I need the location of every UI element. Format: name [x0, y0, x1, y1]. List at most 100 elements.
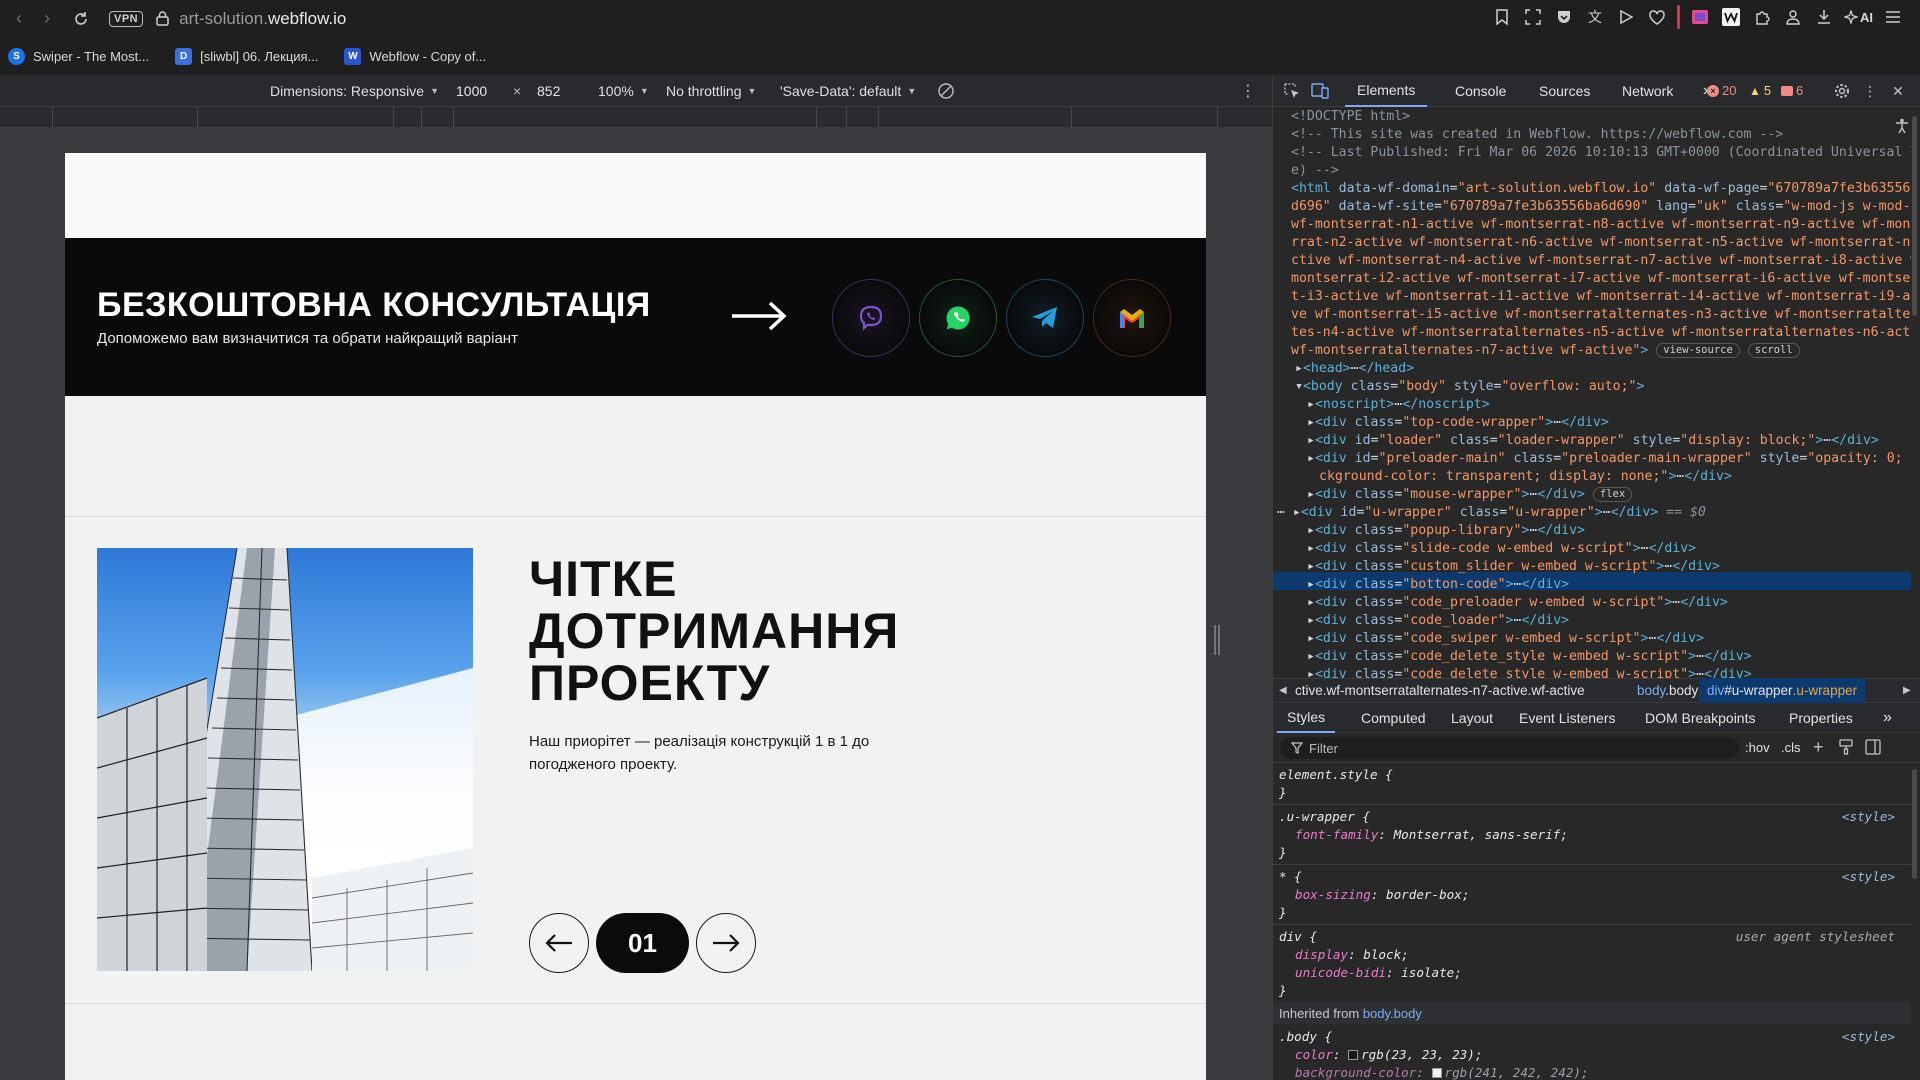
dom-tree[interactable]: <!DOCTYPE html> <!-- This site was creat…	[1273, 108, 1911, 678]
rule-declaration[interactable]: color: rgb(23, 23, 23);	[1295, 1046, 1482, 1064]
tab-computed[interactable]: Computed	[1351, 703, 1436, 733]
view-source-badge[interactable]: view-source	[1656, 343, 1740, 358]
new-rule-icon[interactable]: +	[1813, 737, 1824, 758]
tab-dom-breakpoints[interactable]: DOM Breakpoints	[1635, 703, 1765, 733]
rule-selector[interactable]: .u-wrapper {	[1279, 808, 1370, 826]
collapse-triangle-icon[interactable]: ▾	[1295, 379, 1303, 394]
bookmark-icon[interactable]	[1491, 6, 1513, 28]
device-toggle-icon[interactable]	[1311, 82, 1329, 100]
expand-triangle-icon[interactable]: ▸	[1307, 397, 1315, 412]
rule-selector[interactable]: * {	[1279, 868, 1302, 886]
dom-tree-scrollbar[interactable]	[1910, 108, 1920, 678]
dom-div-node[interactable]: ▸<div class="botton-code">⋯</div>	[1307, 576, 1569, 594]
translate-icon[interactable]: 文	[1584, 6, 1606, 28]
dom-div-node[interactable]: ▸<div id="preloader-main" class="preload…	[1307, 450, 1911, 468]
expand-triangle-icon[interactable]: ▸	[1307, 595, 1315, 610]
throttling-dropdown[interactable]: No throttling ▼	[666, 83, 756, 99]
dom-div-node[interactable]: ▸<div class="popup-library">⋯</div>	[1307, 522, 1585, 540]
expand-triangle-icon[interactable]: ▸	[1307, 451, 1315, 466]
reload-icon[interactable]	[67, 5, 95, 33]
tab-event-listeners[interactable]: Event Listeners	[1509, 703, 1626, 733]
rule-source-link[interactable]: <style>	[1842, 868, 1895, 886]
save-data-dropdown[interactable]: 'Save-Data': default ▼	[780, 83, 916, 99]
vpn-badge[interactable]: VPN	[109, 10, 144, 27]
color-swatch[interactable]	[1348, 1050, 1359, 1060]
gmail-button[interactable]	[1093, 279, 1171, 357]
dom-div-node[interactable]: ▸<div class="code_loader">⋯</div>	[1307, 612, 1569, 630]
dom-div-node[interactable]: ▸<div class="code_preloader w-embed w-sc…	[1307, 594, 1728, 612]
dom-div-node[interactable]: ▸<div class="code_delete_style w-embed w…	[1307, 666, 1752, 678]
rule-source-link[interactable]: <style>	[1842, 1028, 1895, 1046]
inherited-link[interactable]: body.body	[1363, 1006, 1422, 1021]
filter-input[interactable]: Filter	[1281, 737, 1739, 759]
play-icon[interactable]	[1615, 6, 1637, 28]
expand-triangle-icon[interactable]: ▸	[1293, 505, 1301, 520]
dimensions-dropdown[interactable]: Dimensions: Responsive ▼	[270, 83, 439, 99]
bookmark-item-lecture[interactable]: D [sliwbl] 06. Лекция...	[175, 47, 318, 65]
puzzle-icon[interactable]	[1751, 6, 1773, 28]
dom-doctype[interactable]: <!DOCTYPE html>	[1291, 108, 1410, 126]
tab-properties[interactable]: Properties	[1779, 703, 1863, 733]
ellipsis-icon[interactable]: ⋯	[1696, 667, 1704, 678]
expand-triangle-icon[interactable]: ▸	[1307, 631, 1315, 646]
tab-console[interactable]: Console	[1443, 75, 1518, 107]
issues-count[interactable]: 6	[1781, 83, 1803, 98]
screenshot-icon[interactable]	[1522, 6, 1544, 28]
expand-triangle-icon[interactable]: ▸	[1295, 361, 1303, 376]
expand-triangle-icon[interactable]: ▸	[1307, 433, 1315, 448]
forward-icon[interactable]: ›	[33, 5, 61, 33]
dom-head-node[interactable]: ▸<head>⋯</head>	[1295, 360, 1414, 378]
more-options-icon[interactable]: ⋮	[1240, 81, 1256, 101]
rule-declaration[interactable]: box-sizing: border-box;	[1295, 886, 1469, 904]
scroll-right-icon[interactable]: ▶	[1903, 685, 1911, 696]
rule-declaration[interactable]: background-color: rgb(241, 242, 242);	[1295, 1064, 1589, 1080]
ellipsis-icon[interactable]: ⋯	[1823, 433, 1831, 448]
accessibility-icon[interactable]	[1895, 118, 1909, 140]
rule-declaration[interactable]: display: block;	[1295, 946, 1409, 964]
ai-button[interactable]: AI	[1844, 6, 1873, 28]
hov-toggle[interactable]: :hov	[1745, 740, 1770, 755]
expand-triangle-icon[interactable]: ▸	[1307, 613, 1315, 628]
styles-scrollbar[interactable]	[1911, 765, 1919, 1080]
zoom-dropdown[interactable]: 100% ▼	[598, 83, 649, 99]
scroll-badge[interactable]: scroll	[1747, 343, 1800, 358]
extension-color-icon[interactable]	[1689, 6, 1711, 28]
inspect-element-icon[interactable]	[1283, 82, 1301, 100]
bookmark-item-swiper[interactable]: S Swiper - The Most...	[8, 47, 149, 65]
expand-triangle-icon[interactable]: ▸	[1307, 577, 1315, 592]
dom-div-node[interactable]: ▸<div class="top-code-wrapper">⋯</div>	[1307, 414, 1609, 432]
expand-triangle-icon[interactable]: ▸	[1307, 559, 1315, 574]
ellipsis-icon[interactable]: ⋯	[1696, 649, 1704, 664]
warning-count[interactable]: ▲ 5	[1749, 83, 1771, 98]
back-icon[interactable]: ‹	[5, 5, 33, 33]
rule-selector[interactable]: div {	[1279, 928, 1317, 946]
download-icon[interactable]	[1813, 6, 1835, 28]
webflow-extension-icon[interactable]	[1720, 6, 1742, 28]
styles-rules[interactable]: element.style { } .u-wrapper { <style> f…	[1273, 764, 1911, 1080]
scrollbar-thumb[interactable]	[1912, 769, 1917, 879]
scroll-left-icon[interactable]: ◀	[1279, 685, 1287, 696]
profile-icon[interactable]	[1782, 6, 1804, 28]
slider-next-button[interactable]	[696, 913, 756, 973]
breadcrumb-item-body[interactable]: body.body	[1637, 683, 1698, 698]
width-input[interactable]: 1000	[456, 83, 508, 99]
settings-gear-icon[interactable]	[1833, 82, 1851, 100]
rule-declaration[interactable]: font-family: Montserrat, sans-serif;	[1295, 826, 1568, 844]
expand-triangle-icon[interactable]: ▸	[1307, 415, 1315, 430]
paint-icon[interactable]	[1839, 739, 1853, 758]
height-input[interactable]: 852	[537, 83, 589, 99]
lock-icon[interactable]	[155, 11, 169, 27]
rule-selector[interactable]: .body {	[1279, 1028, 1332, 1046]
heart-icon[interactable]	[1646, 6, 1668, 28]
dom-div-node[interactable]: ▸<div class="slide-code w-embed w-script…	[1307, 540, 1696, 558]
dom-body-node[interactable]: ▾<body class="body" style="overflow: aut…	[1295, 378, 1644, 396]
expand-triangle-icon[interactable]: ▸	[1307, 649, 1315, 664]
expand-triangle-icon[interactable]: ▸	[1307, 487, 1315, 502]
dom-div-node[interactable]: ▸<div class="mouse-wrapper">⋯</div> flex	[1307, 486, 1633, 504]
tab-styles[interactable]: Styles	[1277, 703, 1336, 733]
pocket-icon[interactable]	[1553, 6, 1575, 28]
dom-comment[interactable]: <!-- This site was created in Webflow. h…	[1291, 126, 1783, 144]
cls-toggle[interactable]: .cls	[1781, 740, 1801, 755]
rule-declaration[interactable]: unicode-bidi: isolate;	[1295, 964, 1462, 982]
dom-div-node[interactable]: ▸<div class="code_swiper w-embed w-scrip…	[1307, 630, 1704, 648]
